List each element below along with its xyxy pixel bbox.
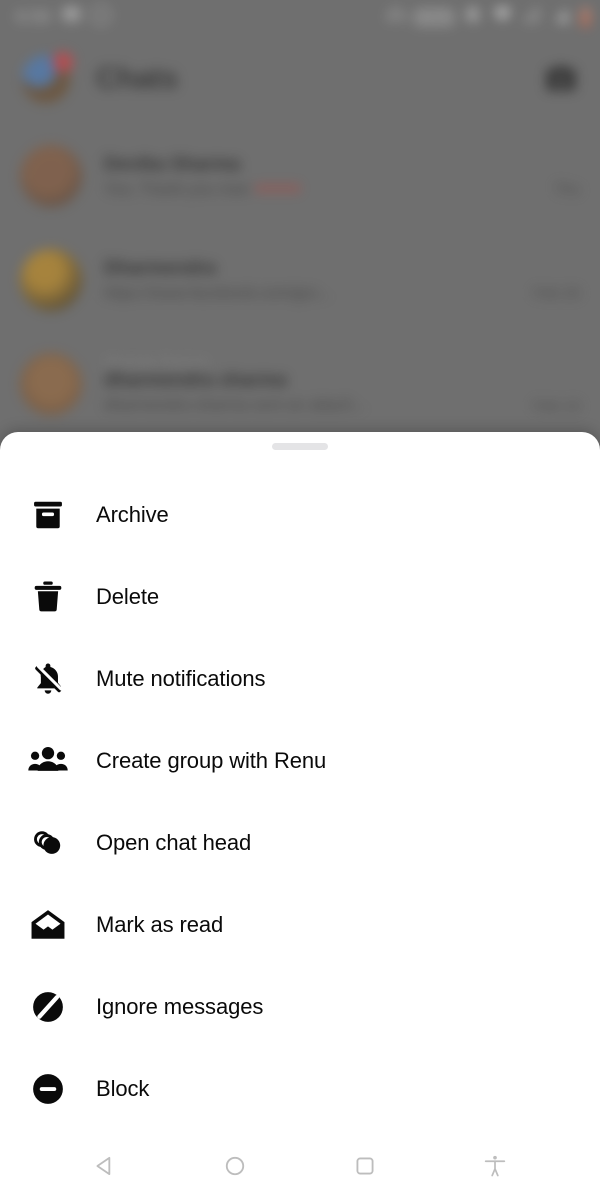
status-bar: 6:59 VoLTE x R: [0, 0, 600, 34]
chat-timestamp: Feb 20: [533, 285, 580, 302]
chat-head-icon: [26, 824, 70, 862]
menu-item-ignore-messages[interactable]: Ignore messages: [0, 966, 600, 1048]
photos-icon: [62, 5, 81, 29]
battery-icon: [581, 7, 590, 27]
menu-item-delete[interactable]: Delete: [0, 556, 600, 638]
heart-emoji: ♥♥♥♥: [255, 180, 302, 198]
home-button[interactable]: [213, 1144, 257, 1188]
people-group-icon: [26, 741, 70, 781]
menu-item-mute-notifications[interactable]: Mute notifications: [0, 638, 600, 720]
menu-item-open-chat-head[interactable]: Open chat head: [0, 802, 600, 884]
avatar[interactable]: [20, 353, 82, 415]
menu-item-label: Mute notifications: [96, 666, 266, 691]
triangle-left-icon: [96, 1156, 111, 1176]
accessibility-icon: [484, 1155, 506, 1177]
list-item[interactable]: Devika Sharma You: Thank you man ♥♥♥♥ Th…: [0, 124, 600, 228]
status-bar-system-icons: VoLTE x R: [386, 4, 590, 30]
volte-icon: VoLTE: [414, 9, 453, 25]
status-bar-clock: 6:59: [16, 7, 51, 26]
menu-item-label: Create group with Renu: [96, 748, 327, 773]
list-item[interactable]: Message Request dharmendra sharma dharme…: [0, 332, 600, 436]
avatar[interactable]: [20, 145, 82, 207]
menu-item-block[interactable]: Block: [0, 1048, 600, 1130]
menu-item-label: Block: [96, 1076, 150, 1101]
signal-icon: [522, 5, 541, 29]
accessibility-button[interactable]: [473, 1144, 517, 1188]
chat-name: Devika Sharma: [104, 153, 241, 175]
notifications-muted-icon: [462, 4, 483, 30]
menu-item-mark-as-read[interactable]: Mark as read: [0, 884, 600, 966]
avatar[interactable]: [20, 249, 82, 311]
minus-circle-icon: [26, 1070, 70, 1108]
bottom-sheet: Archive Delete Mute notifications Create…: [0, 432, 600, 1200]
back-button[interactable]: [83, 1144, 127, 1188]
wifi-icon: [492, 4, 513, 30]
trash-icon: [26, 578, 70, 616]
list-item[interactable]: Dharmendra https://www.facebook.com/gro.…: [0, 228, 600, 332]
messenger-icon: [91, 5, 111, 30]
chat-list: Devika Sharma You: Thank you man ♥♥♥♥ Th…: [0, 124, 600, 436]
app-header: Chats: [0, 44, 600, 114]
system-navigation-bar: [0, 1132, 600, 1200]
menu-item-label: Open chat head: [96, 830, 252, 855]
chat-timestamp: Thu: [554, 181, 580, 198]
menu-item-label: Delete: [96, 584, 159, 609]
camera-icon[interactable]: [544, 62, 578, 96]
signal-no-sim-icon: x R: [550, 5, 572, 30]
menu-item-archive[interactable]: Archive: [0, 474, 600, 556]
menu-item-create-group[interactable]: Create group with Renu: [0, 720, 600, 802]
archive-icon: [26, 496, 70, 534]
open-envelope-icon: [26, 906, 70, 944]
status-bar-notification-icons: [62, 5, 111, 30]
headphones-icon: [386, 5, 406, 30]
circle-slash-icon: [26, 988, 70, 1026]
drag-handle[interactable]: [272, 443, 328, 450]
chat-name: dharmendra sharma: [104, 370, 287, 391]
chat-preview: You: Thank you man: [104, 180, 250, 198]
menu-item-label: Mark as read: [96, 912, 224, 937]
menu-item-label: Archive: [96, 502, 169, 527]
chat-name: Dharmendra: [104, 257, 216, 279]
chat-timestamp: Feb 13: [533, 397, 580, 415]
svg-text:R: R: [566, 18, 571, 25]
message-request-label: Message Request: [104, 353, 209, 368]
menu-item-label: Ignore messages: [96, 994, 264, 1019]
chat-preview: dharmendra sharma sent an attach...: [104, 397, 367, 414]
square-icon: [356, 1157, 374, 1175]
avatar[interactable]: [22, 52, 73, 103]
circle-icon: [225, 1156, 245, 1176]
recents-button[interactable]: [343, 1144, 387, 1188]
chat-preview: https://www.facebook.com/gro...: [104, 284, 331, 302]
bell-slash-icon: [26, 660, 70, 698]
page-title: Chats: [96, 62, 178, 95]
context-menu: Archive Delete Mute notifications Create…: [0, 450, 600, 1130]
